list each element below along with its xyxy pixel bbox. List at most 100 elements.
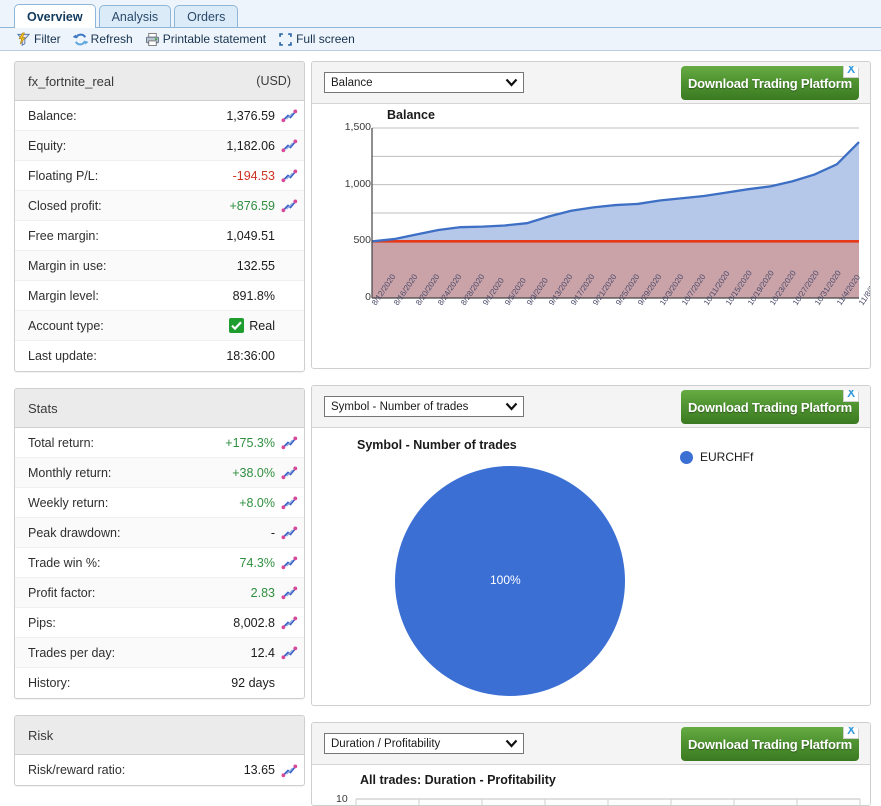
banner-label-1: Download Trading Platform (687, 75, 852, 91)
account-row-value: 891.8% (232, 288, 275, 303)
banner-label-3: Download Trading Platform (687, 736, 852, 752)
account-row-label: Account type: (28, 318, 104, 333)
download-trading-platform-banner-2[interactable]: Download Trading Platform X (681, 390, 859, 424)
download-trading-platform-banner-3[interactable]: Download Trading Platform X (681, 727, 859, 761)
page-body: fx_fortnite_real (USD) Balance: 1,376.59 E… (0, 51, 881, 806)
fullscreen-icon (279, 32, 292, 46)
banner-close-icon-1[interactable]: X (843, 66, 859, 78)
pie-legend-item[interactable]: EURCHFf (680, 450, 753, 464)
stats-row-value: +175.3% (225, 435, 275, 450)
risk-row-value: 13.65 (243, 763, 275, 777)
account-row-value: 18:36:00 (226, 349, 275, 363)
account-type-checkbox[interactable] (229, 318, 245, 333)
stats-row-value: 12.4 (250, 645, 275, 660)
open-chart-icon[interactable] (281, 198, 298, 213)
stats-row: Trade win %: 74.3% (15, 548, 304, 578)
balance-y-tick: 500 (353, 234, 371, 247)
account-row-value: 1,376.59 (226, 108, 275, 123)
left-column: fx_fortnite_real (USD) Balance: 1,376.59 E… (0, 61, 305, 806)
account-row-value: 1,049.51 (226, 228, 275, 243)
open-chart-icon[interactable] (281, 495, 298, 510)
account-name: fx_fortnite_real (28, 73, 114, 89)
full-screen-button[interactable]: Full screen (278, 32, 355, 47)
account-panel-header: fx_fortnite_real (USD) (15, 62, 304, 101)
printable-statement-label: Printable statement (162, 32, 267, 46)
open-chart-icon[interactable] (281, 168, 298, 183)
account-row: Floating P/L: -194.53 (15, 161, 304, 191)
refresh-icon (72, 33, 88, 45)
balance-chart-select-value: Balance (331, 76, 373, 89)
stats-row-label: Pips: (28, 615, 56, 630)
balance-y-tick: 1,000 (344, 177, 371, 190)
filter-button[interactable]: Filter (16, 32, 61, 47)
stats-row: Peak drawdown: - (15, 518, 304, 548)
open-chart-icon[interactable] (281, 465, 298, 480)
chevron-down-icon (505, 402, 518, 411)
chevron-down-icon (505, 78, 518, 87)
stats-row-label: Trade win %: (28, 555, 101, 570)
toolbar: Filter Refresh Printable statement Full … (0, 28, 881, 51)
pie-slice-value-label: 100% (490, 573, 521, 587)
pie-chart-select[interactable]: Symbol - Number of trades (324, 396, 524, 417)
stats-panel-header: Stats (15, 389, 304, 428)
right-column: Balance Download Trading Platform X Bala… (305, 61, 881, 806)
stats-row-value: 8,002.8 (233, 615, 275, 630)
stats-row-value: +8.0% (239, 495, 275, 510)
tab-orders[interactable]: Orders (174, 5, 239, 27)
open-chart-icon[interactable] (281, 108, 298, 123)
account-row-value: 132.55 (236, 258, 275, 273)
account-row-label: Floating P/L: (28, 168, 99, 183)
account-panel: fx_fortnite_real (USD) Balance: 1,376.59 E… (14, 61, 305, 372)
chevron-down-icon (505, 739, 518, 748)
download-trading-platform-banner-1[interactable]: Download Trading Platform X (681, 66, 859, 100)
duration-profitability-card: Duration / Profitability Download Tradin… (311, 722, 871, 806)
open-chart-icon[interactable] (281, 615, 298, 630)
stats-row: Pips: 8,002.8 (15, 608, 304, 638)
tab-analysis[interactable]: Analysis (98, 5, 172, 27)
account-row: Margin in use: 132.55 (15, 251, 304, 281)
printer-icon (145, 32, 159, 46)
legend-dot-icon (680, 450, 693, 464)
stats-row-value: 2.83 (250, 585, 275, 600)
stats-row-label: Weekly return: (28, 495, 109, 510)
duration-chart-select-value: Duration / Profitability (331, 737, 441, 750)
open-chart-icon[interactable] (281, 555, 298, 570)
open-chart-icon[interactable] (281, 138, 298, 153)
tab-overview[interactable]: Overview (14, 4, 96, 28)
stats-title: Stats (28, 400, 58, 416)
account-row-label: Margin level: (28, 288, 99, 303)
account-row-value: 1,182.06 (226, 138, 275, 153)
account-row-label: Margin in use: (28, 258, 107, 273)
duration-profitability-chart: All trades: Duration - Profitability 10 (312, 765, 870, 805)
account-currency: (USD) (256, 74, 291, 88)
tab-strip: Overview Analysis Orders (0, 0, 881, 28)
stats-row: Trades per day: 12.4 (15, 638, 304, 668)
account-row-label: Closed profit: (28, 198, 102, 213)
stats-row-label: Profit factor: (28, 585, 96, 600)
open-chart-icon[interactable] (281, 435, 298, 450)
account-row-label: Last update: (28, 349, 97, 363)
banner-close-icon-3[interactable]: X (843, 727, 859, 739)
balance-chart-title: Balance (387, 108, 435, 122)
account-row: Account type: Real (15, 311, 304, 341)
balance-card-header: Balance Download Trading Platform X (312, 62, 870, 104)
refresh-button[interactable]: Refresh (72, 32, 133, 47)
balance-chart-select[interactable]: Balance (324, 72, 524, 93)
printable-statement-button[interactable]: Printable statement (145, 32, 266, 47)
open-chart-icon[interactable] (281, 525, 298, 540)
open-chart-icon[interactable] (281, 763, 298, 778)
filter-label: Filter (34, 32, 61, 46)
pie-chart-title: Symbol - Number of trades (357, 438, 517, 452)
duration-card-header: Duration / Profitability Download Tradin… (312, 723, 870, 765)
duration-chart-select[interactable]: Duration / Profitability (324, 733, 524, 754)
banner-close-icon-2[interactable]: X (843, 390, 859, 402)
account-row: Free margin: 1,049.51 (15, 221, 304, 251)
stats-row: Weekly return: +8.0% (15, 488, 304, 518)
stats-row-label: Peak drawdown: (28, 525, 121, 540)
open-chart-icon[interactable] (281, 645, 298, 660)
risk-panel: Risk Risk/reward ratio: 13.65 (14, 715, 305, 786)
refresh-label: Refresh (90, 32, 133, 46)
stats-panel: Stats Total return: +175.3% Monthly return… (14, 388, 305, 699)
open-chart-icon[interactable] (281, 585, 298, 600)
account-row-value: Real (229, 318, 281, 333)
